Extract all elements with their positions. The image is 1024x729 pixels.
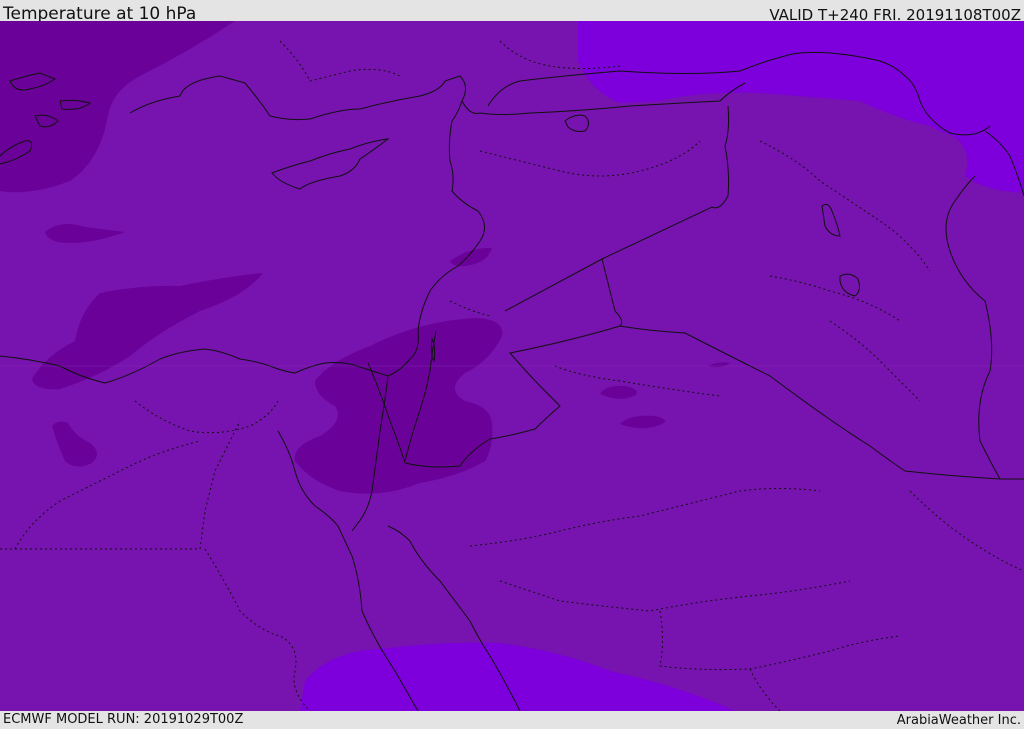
model-run: ECMWF MODEL RUN: 20191029T00Z xyxy=(3,712,244,727)
credit: ArabiaWeather Inc. xyxy=(896,713,1021,728)
footer-bar: ECMWF MODEL RUN: 20191029T00Z ArabiaWeat… xyxy=(0,711,1024,729)
header-bar: Temperature at 10 hPa VALID T+240 FRI. 2… xyxy=(0,0,1024,24)
temperature-map xyxy=(0,21,1024,711)
